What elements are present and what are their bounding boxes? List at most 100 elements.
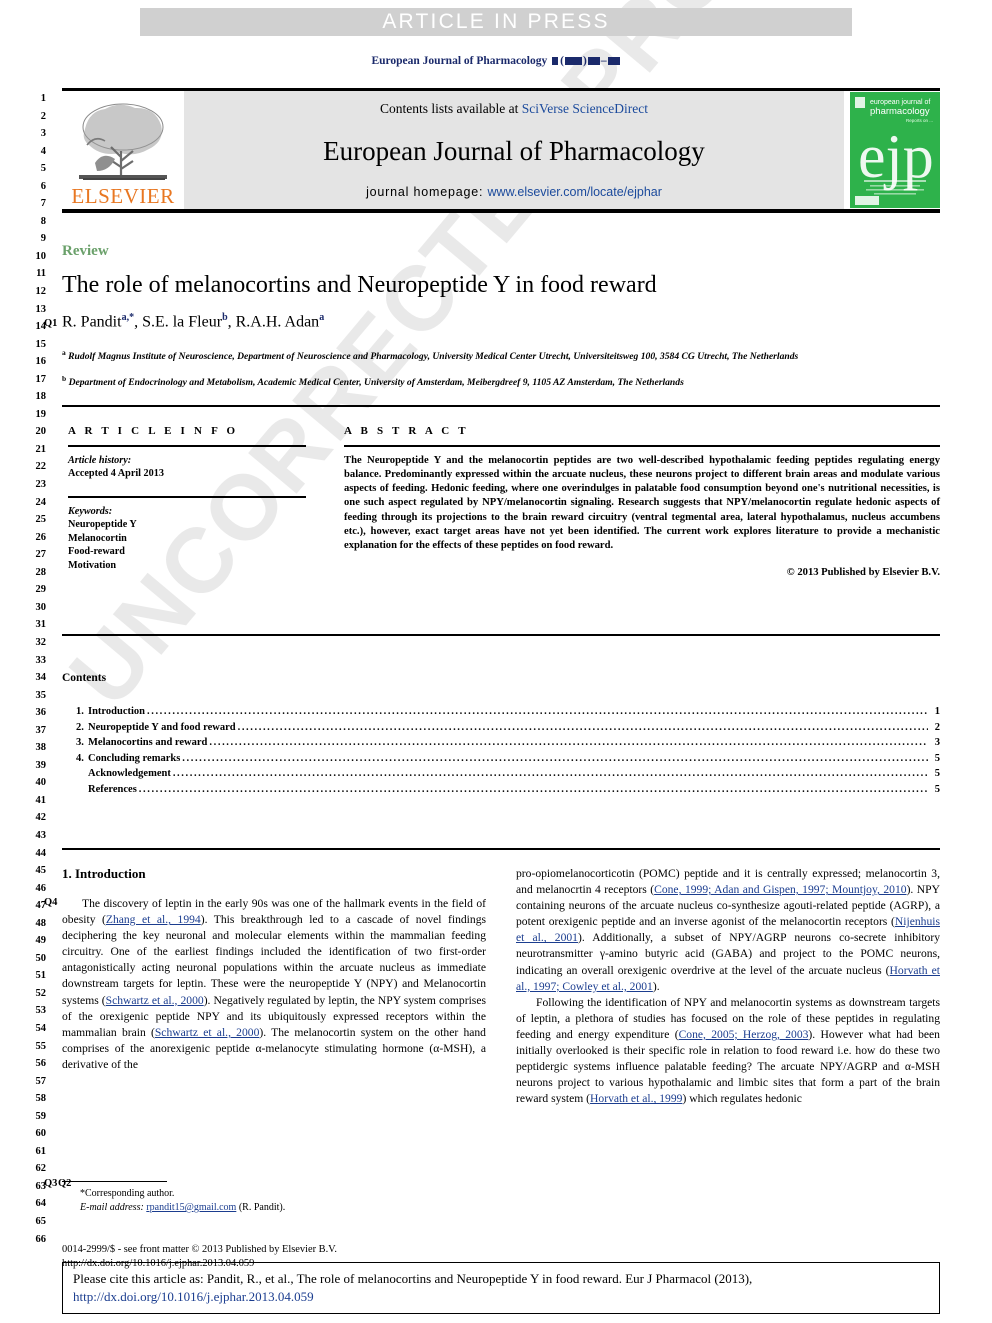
elsevier-wordmark: ELSEVIER bbox=[71, 184, 175, 208]
article-info-rule-1 bbox=[68, 445, 306, 447]
citation-link[interactable]: Horvath et al., 1999 bbox=[590, 1092, 682, 1105]
toc-leader-dots: ........................................… bbox=[138, 783, 928, 795]
toc-entry[interactable]: 4. Concluding remarks....................… bbox=[62, 753, 940, 769]
journal-homepage-link[interactable]: www.elsevier.com/locate/ejphar bbox=[488, 185, 662, 199]
para-text: ). bbox=[652, 979, 660, 993]
running-head: European Journal of Pharmacology () – bbox=[0, 55, 992, 67]
citation-link[interactable]: Schwartz et al., 2000 bbox=[106, 994, 204, 1007]
line-number: 52 bbox=[35, 987, 47, 999]
line-number: 36 bbox=[35, 707, 47, 719]
toc-number: 3. bbox=[76, 737, 84, 749]
toc-entry[interactable]: References..............................… bbox=[62, 784, 940, 800]
page-title: The role of melanocortins and Neuropepti… bbox=[62, 272, 657, 298]
toc-number: 2. bbox=[76, 721, 84, 733]
masthead-bottom-rule bbox=[62, 209, 940, 213]
line-number: 11 bbox=[36, 268, 46, 280]
author-3: R.A.H. Adan bbox=[235, 313, 320, 331]
sciencedirect-link[interactable]: SciVerse ScienceDirect bbox=[522, 101, 648, 116]
line-number: 7 bbox=[40, 198, 46, 210]
line-number: 9 bbox=[40, 233, 46, 245]
abstract-rule bbox=[344, 445, 940, 447]
line-number: 64 bbox=[35, 1198, 47, 1210]
info-block-bottom-rule bbox=[62, 634, 940, 636]
elsevier-tree-icon bbox=[79, 103, 167, 180]
citation-link[interactable]: Cone, 1999; Adan and Gispen, 1997; Mount… bbox=[654, 883, 906, 896]
line-number: 3 bbox=[40, 128, 46, 140]
toc-leader-dots: ........................................… bbox=[237, 721, 928, 733]
paragraph-left-1: The discovery of leptin in the early 90s… bbox=[62, 896, 486, 1073]
line-number: 28 bbox=[35, 566, 47, 578]
keywords-block: Keywords: Neuropeptide Y Melanocortin Fo… bbox=[68, 505, 306, 572]
article-info-heading: A R T I C L E I N F O bbox=[68, 425, 239, 437]
line-number: 4 bbox=[40, 145, 46, 157]
svg-text:european journal of: european journal of bbox=[870, 99, 930, 106]
citation-link[interactable]: Cone, 2005; Herzog, 2003 bbox=[679, 1028, 809, 1041]
affiliation-b-text: Department of Endocrinology and Metaboli… bbox=[68, 377, 684, 389]
line-number: 5 bbox=[40, 163, 46, 175]
line-number: 66 bbox=[35, 1233, 47, 1245]
toc-page-number: 5 bbox=[934, 768, 940, 780]
line-number: 16 bbox=[35, 356, 47, 368]
para-text: ). This breakthrough led to a cascade of… bbox=[62, 913, 487, 1007]
line-number: 53 bbox=[35, 1005, 47, 1017]
keyword-item: Motivation bbox=[68, 559, 117, 571]
line-number: 18 bbox=[35, 391, 47, 403]
body-column-right: pro-opiomelanocorticotin (POMC) peptide … bbox=[516, 866, 940, 1107]
line-number: 2 bbox=[40, 110, 46, 122]
toc-entry[interactable]: Acknowledgement.........................… bbox=[62, 768, 940, 784]
toc-entry[interactable]: 3. Melanocortins and reward..............… bbox=[62, 737, 940, 753]
abstract-copyright: © 2013 Published by Elsevier B.V. bbox=[786, 566, 940, 578]
email-link[interactable]: rpandit15@gmail.com bbox=[146, 1202, 236, 1213]
body-column-left: 1. Introduction The discovery of leptin … bbox=[62, 866, 486, 1107]
line-number: 41 bbox=[35, 794, 47, 806]
author-1-affil-marker: a,* bbox=[121, 312, 135, 323]
email-author: (R. Pandit). bbox=[236, 1201, 286, 1213]
author-2-affil-marker: b bbox=[222, 312, 228, 323]
line-number: 55 bbox=[35, 1040, 47, 1052]
author-1: R. Pandit bbox=[62, 313, 122, 331]
citation-link[interactable]: Zhang et al., 1994 bbox=[106, 913, 201, 926]
citation-link[interactable]: Schwartz et al., 2000 bbox=[155, 1026, 260, 1039]
corresponding-author-footnote: *Corresponding author. E-mail address: r… bbox=[62, 1181, 486, 1214]
article-history-label: Article history: bbox=[68, 454, 132, 466]
toc-entry[interactable]: 2. Neuropeptide Y and food reward........… bbox=[62, 722, 940, 738]
running-head-journal: European Journal of Pharmacology bbox=[371, 55, 548, 67]
corresponding-author-line: *Corresponding author. bbox=[80, 1188, 175, 1200]
author-2: S.E. la Fleur bbox=[142, 313, 223, 331]
paragraph-right-1: pro-opiomelanocorticotin (POMC) peptide … bbox=[516, 866, 940, 995]
elsevier-logo: ELSEVIER bbox=[62, 91, 184, 209]
toc-number: 4. bbox=[76, 752, 84, 764]
toc-leader-dots: ........................................… bbox=[182, 752, 928, 764]
author-3-affil-marker: a bbox=[319, 312, 325, 323]
journal-homepage-line: journal homepage: www.elsevier.com/locat… bbox=[366, 185, 662, 199]
line-number: 43 bbox=[35, 829, 47, 841]
table-of-contents: 1. Introduction..........................… bbox=[62, 706, 940, 800]
section-heading-introduction: 1. Introduction bbox=[62, 866, 146, 881]
toc-label: Neuropeptide Y and food reward bbox=[88, 721, 236, 733]
toc-label: References bbox=[88, 783, 137, 795]
cite-doi-link[interactable]: http://dx.doi.org/10.1016/j.ejphar.2013.… bbox=[73, 1289, 314, 1304]
footnote-rule bbox=[62, 1181, 167, 1183]
line-number: 25 bbox=[35, 514, 47, 526]
contents-available-prefix: Contents lists available at bbox=[379, 101, 522, 116]
toc-page-number: 2 bbox=[934, 721, 940, 733]
toc-label: Acknowledgement bbox=[88, 768, 171, 780]
line-number: 21 bbox=[35, 443, 47, 455]
info-block-top-rule bbox=[62, 405, 940, 407]
line-number: 26 bbox=[35, 531, 47, 543]
affiliation-a-text: Rudolf Magnus Institute of Neuroscience,… bbox=[68, 351, 799, 363]
toc-leader-dots: ........................................… bbox=[209, 737, 928, 749]
ejp-cover-art: european journal of pharmacology Reports… bbox=[850, 92, 940, 208]
para-text: ) which regulates hedonic bbox=[682, 1092, 802, 1106]
line-number: 1 bbox=[40, 93, 46, 104]
line-number: 54 bbox=[35, 1022, 47, 1034]
email-label: E-mail address: bbox=[80, 1201, 144, 1213]
line-number: 63 bbox=[35, 1180, 47, 1192]
article-history-block: Article history: Accepted 4 April 2013 bbox=[68, 454, 306, 481]
line-number: 46 bbox=[35, 882, 47, 894]
abstract-heading: A B S T R A C T bbox=[344, 425, 469, 437]
toc-entry[interactable]: 1. Introduction..........................… bbox=[62, 706, 940, 722]
line-number: 22 bbox=[35, 461, 47, 473]
line-number: 60 bbox=[35, 1128, 47, 1140]
line-number: 29 bbox=[35, 584, 47, 596]
